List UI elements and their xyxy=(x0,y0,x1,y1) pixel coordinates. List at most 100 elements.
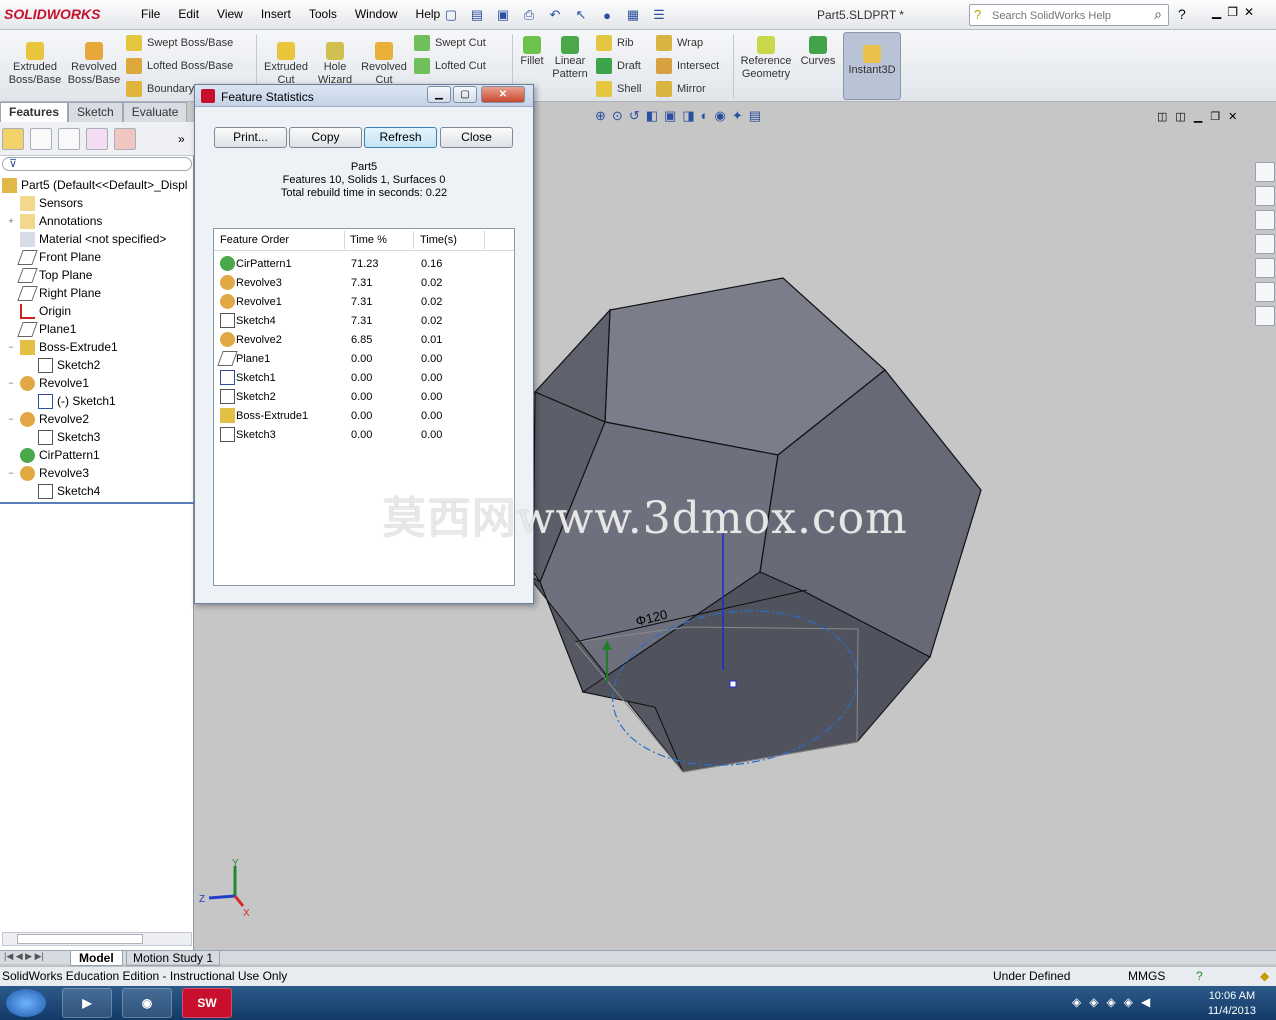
tree-item-sensors[interactable]: Sensors xyxy=(20,194,83,212)
tray-update-icon[interactable]: ◈ xyxy=(1106,995,1115,1009)
sketch-point[interactable] xyxy=(729,680,737,688)
collapse-icon[interactable]: − xyxy=(6,342,16,352)
minimize-icon[interactable]: ▁ xyxy=(1212,5,1221,19)
search-input[interactable] xyxy=(992,7,1152,25)
file-properties-icon[interactable]: ▦ xyxy=(622,4,644,26)
tree-item-revolve1[interactable]: − Revolve1 xyxy=(6,374,89,392)
tree-item-plane1[interactable]: Plane1 xyxy=(17,320,76,338)
table-row[interactable]: Revolve2 6.85 0.01 xyxy=(214,331,514,350)
collapse-icon[interactable]: − xyxy=(6,468,16,478)
tree-item-sketch3[interactable]: Sketch3 xyxy=(38,428,100,446)
intersect-button[interactable]: Intersect xyxy=(656,58,719,74)
menu-tools[interactable]: Tools xyxy=(300,7,346,21)
refresh-button[interactable]: Refresh xyxy=(364,127,437,148)
tab-evaluate[interactable]: Evaluate xyxy=(122,102,188,122)
firefox-icon[interactable]: ◉ xyxy=(122,988,172,1018)
column-time-percent[interactable]: Time % xyxy=(350,234,387,246)
save-icon[interactable]: ▣ xyxy=(492,4,514,26)
menu-file[interactable]: File xyxy=(132,7,169,21)
boundary-boss-button[interactable]: Boundary xyxy=(126,81,194,97)
undo-icon[interactable]: ↶ xyxy=(544,4,566,26)
close-icon[interactable]: ✕ xyxy=(1244,5,1254,19)
mirror-button[interactable]: Mirror xyxy=(656,81,706,97)
table-row[interactable]: Boss-Extrude1 0.00 0.00 xyxy=(214,407,514,426)
menu-view[interactable]: View xyxy=(208,7,252,21)
property-manager-icon[interactable] xyxy=(30,128,52,150)
tree-item-sketch2[interactable]: Sketch2 xyxy=(38,356,100,374)
tree-item-revolve2[interactable]: − Revolve2 xyxy=(6,410,89,428)
media-player-icon[interactable]: ▶ xyxy=(62,988,112,1018)
tray-network-icon[interactable]: ◈ xyxy=(1089,995,1098,1009)
fillet-button[interactable]: Fillet xyxy=(517,36,547,68)
tab-features[interactable]: Features xyxy=(0,102,69,122)
volume-icon[interactable]: ◀ xyxy=(1141,995,1150,1009)
table-row[interactable]: CirPattern1 71.23 0.16 xyxy=(214,255,514,274)
feature-manager-icon[interactable] xyxy=(2,128,24,150)
tree-filter[interactable]: ⊽ xyxy=(2,157,192,171)
collapse-icon[interactable]: − xyxy=(6,414,16,424)
table-row[interactable]: Sketch3 0.00 0.00 xyxy=(214,426,514,445)
help-icon[interactable]: ? xyxy=(1196,969,1203,983)
collapse-icon[interactable]: − xyxy=(6,378,16,388)
system-clock[interactable]: 10:06 AM 11/4/2013 xyxy=(1208,989,1256,1019)
hole-wizard-button[interactable]: Hole Wizard xyxy=(313,42,357,87)
table-row[interactable]: Sketch4 7.31 0.02 xyxy=(214,312,514,331)
menu-insert[interactable]: Insert xyxy=(252,7,300,21)
copy-button[interactable]: Copy xyxy=(289,127,362,148)
display-manager-icon[interactable] xyxy=(114,128,136,150)
wrap-button[interactable]: Wrap xyxy=(656,35,703,51)
tree-item-front-plane[interactable]: Front Plane xyxy=(17,248,101,266)
menu-window[interactable]: Window xyxy=(346,7,407,21)
rebuild-traffic-light-icon[interactable]: ● xyxy=(596,4,618,26)
rollback-bar[interactable] xyxy=(0,502,194,504)
tree-item-annotations[interactable]: + Annotations xyxy=(6,212,102,230)
print-icon[interactable]: ⎙ xyxy=(518,4,540,26)
column-feature-order[interactable]: Feature Order xyxy=(220,234,289,246)
tree-item-top-plane[interactable]: Top Plane xyxy=(17,266,92,284)
dialog-title-bar[interactable]: Feature Statistics ▁ ▢ ✕ xyxy=(195,85,533,107)
tree-item-sketch4[interactable]: Sketch4 xyxy=(38,482,100,500)
solidworks-logo[interactable]: SOLIDWORKS xyxy=(4,6,100,22)
tree-item-sketch1[interactable]: (-) Sketch1 xyxy=(38,392,116,410)
tab-model[interactable]: Model xyxy=(70,950,123,966)
dialog-maximize-icon[interactable]: ▢ xyxy=(453,86,477,103)
scrollbar-thumb[interactable] xyxy=(17,934,143,944)
new-document-icon[interactable]: ▢ xyxy=(440,4,462,26)
tree-root-part[interactable]: Part5 (Default<<Default>_Displ xyxy=(2,176,187,194)
tray-app-icon[interactable]: ◈ xyxy=(1124,995,1133,1009)
lofted-cut-button[interactable]: Lofted Cut xyxy=(414,58,486,74)
expand-icon[interactable]: + xyxy=(6,216,16,226)
tree-item-revolve3[interactable]: − Revolve3 xyxy=(6,464,89,482)
print-button[interactable]: Print... xyxy=(214,127,287,148)
expand-panel-icon[interactable]: » xyxy=(178,132,185,146)
tab-motion-study[interactable]: Motion Study 1 xyxy=(126,950,221,966)
extruded-cut-button[interactable]: Extruded Cut xyxy=(261,42,311,87)
menu-edit[interactable]: Edit xyxy=(169,7,208,21)
select-arrow-icon[interactable]: ↖ xyxy=(570,4,592,26)
tree-item-origin[interactable]: Origin xyxy=(20,302,71,320)
dialog-minimize-icon[interactable]: ▁ xyxy=(427,86,451,103)
open-folder-icon[interactable]: ▤ xyxy=(466,4,488,26)
tree-item-cirpattern1[interactable]: CirPattern1 xyxy=(20,446,100,464)
table-row[interactable]: Sketch1 0.00 0.00 xyxy=(214,369,514,388)
tab-sketch[interactable]: Sketch xyxy=(68,102,123,122)
tree-item-material[interactable]: Material <not specified> xyxy=(20,230,166,248)
notification-icon[interactable]: ◆ xyxy=(1260,969,1269,983)
extruded-boss-button[interactable]: Extruded Boss/Base xyxy=(8,42,62,87)
revolved-cut-button[interactable]: Revolved Cut xyxy=(358,42,410,87)
revolved-boss-button[interactable]: Revolved Boss/Base xyxy=(66,42,122,87)
close-button[interactable]: Close xyxy=(440,127,513,148)
reference-geometry-button[interactable]: Reference Geometry xyxy=(737,36,795,81)
draft-button[interactable]: Draft xyxy=(596,58,641,74)
configuration-manager-icon[interactable] xyxy=(58,128,80,150)
tab-scroll-arrows-icon[interactable]: |◀ ◀ ▶ ▶| xyxy=(4,951,44,962)
options-icon[interactable]: ☰ xyxy=(648,4,670,26)
start-button-icon[interactable] xyxy=(6,989,46,1017)
magnifier-icon[interactable]: ⌕ xyxy=(1154,6,1162,23)
dimxpert-manager-icon[interactable] xyxy=(86,128,108,150)
tree-item-right-plane[interactable]: Right Plane xyxy=(17,284,101,302)
table-row[interactable]: Revolve3 7.31 0.02 xyxy=(214,274,514,293)
linear-pattern-button[interactable]: Linear Pattern xyxy=(548,36,592,81)
shell-button[interactable]: Shell xyxy=(596,81,641,97)
horizontal-scrollbar[interactable] xyxy=(2,932,192,946)
